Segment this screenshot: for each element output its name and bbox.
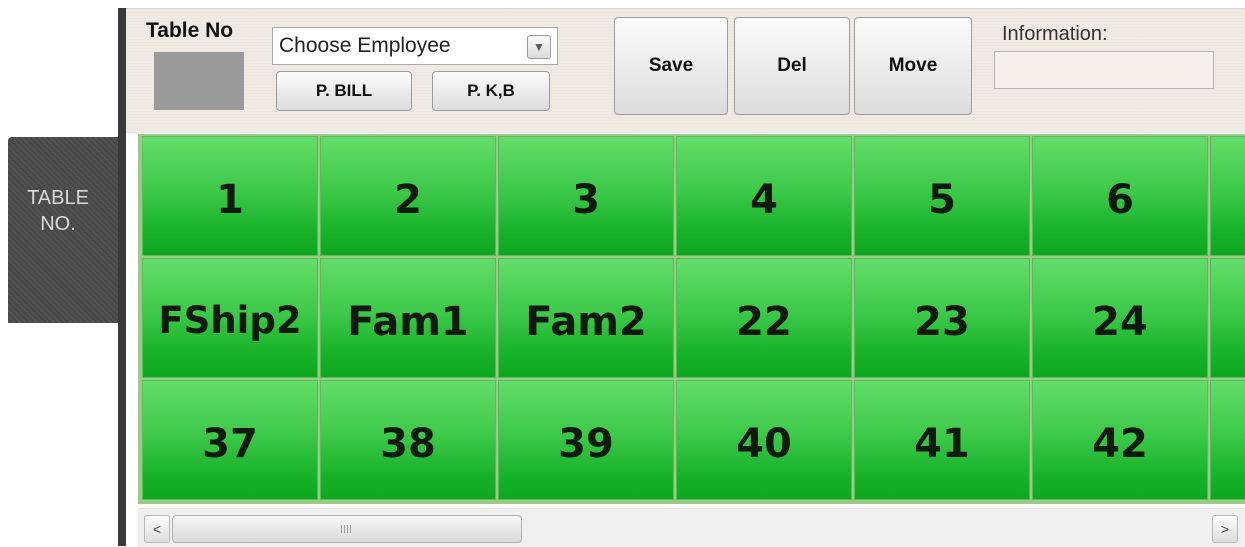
horizontal-scrollbar[interactable]: < > (138, 508, 1245, 547)
table-button-label: 22 (736, 299, 792, 345)
table-button[interactable]: 23 (854, 258, 1030, 378)
table-button-label: 4 (750, 177, 778, 223)
table-grid: 1 2 3 4 5 6 FShip2 Fam1 Fam2 22 23 24 37 38 39 40 41 42 (138, 134, 1245, 504)
employee-select[interactable]: Choose Employee ▼ (272, 27, 558, 65)
table-no-label: Table No (146, 19, 234, 42)
table-button-label: 42 (1092, 421, 1148, 467)
table-button-partial[interactable] (1210, 380, 1245, 500)
print-bill-button[interactable]: P. BILL (276, 71, 412, 111)
table-button[interactable]: 6 (1032, 136, 1208, 256)
table-button[interactable]: Fam1 (320, 258, 496, 378)
side-tab-label: TABLE NO. (27, 187, 89, 235)
table-no-display (154, 52, 244, 110)
save-button[interactable]: Save (614, 17, 728, 115)
print-kb-button[interactable]: P. K,B (432, 71, 550, 111)
table-button-label: 37 (202, 421, 258, 467)
toolbar: Table No Choose Employee ▼ P. BILL P. K,… (126, 8, 1245, 133)
table-button[interactable]: 40 (676, 380, 852, 500)
table-button[interactable]: 38 (320, 380, 496, 500)
scroll-right-button[interactable]: > (1212, 515, 1238, 543)
chevron-down-icon[interactable]: ▼ (527, 35, 551, 59)
panel-divider (118, 8, 126, 546)
table-button[interactable]: 39 (498, 380, 674, 500)
table-button-label: Fam1 (347, 299, 469, 345)
table-button-label: 41 (914, 421, 970, 467)
chevron-left-icon: < (152, 521, 162, 537)
information-label: Information: (1002, 23, 1108, 45)
information-field (994, 51, 1214, 89)
grip-icon (341, 525, 353, 533)
scroll-left-button[interactable]: < (144, 515, 170, 543)
table-button[interactable]: FShip2 (142, 258, 318, 378)
chevron-right-icon: > (1220, 521, 1230, 537)
table-button[interactable]: Fam2 (498, 258, 674, 378)
table-button-label: 2 (394, 177, 422, 223)
table-button[interactable]: 41 (854, 380, 1030, 500)
table-button-partial[interactable] (1210, 258, 1245, 378)
employee-select-value: Choose Employee (279, 34, 451, 57)
table-button[interactable]: 1 (142, 136, 318, 256)
table-button-label: 5 (928, 177, 956, 223)
delete-button[interactable]: Del (734, 17, 850, 115)
table-button-label: 39 (558, 421, 614, 467)
table-button-label: 23 (914, 299, 970, 345)
table-button-label: 24 (1092, 299, 1148, 345)
table-button-label: 1 (216, 177, 244, 223)
table-no-side-tab[interactable]: TABLE NO. (8, 137, 124, 323)
table-button-label: 38 (380, 421, 436, 467)
table-button[interactable]: 22 (676, 258, 852, 378)
table-button[interactable]: 37 (142, 380, 318, 500)
table-button[interactable]: 4 (676, 136, 852, 256)
table-button[interactable]: 5 (854, 136, 1030, 256)
table-button[interactable]: 42 (1032, 380, 1208, 500)
table-button-partial[interactable] (1210, 136, 1245, 256)
table-button-label: 3 (572, 177, 600, 223)
table-button[interactable]: 24 (1032, 258, 1208, 378)
table-button-label: 6 (1106, 177, 1134, 223)
move-button[interactable]: Move (854, 17, 972, 115)
table-button[interactable]: 3 (498, 136, 674, 256)
table-button-label: FShip2 (158, 299, 302, 342)
table-button-label: 40 (736, 421, 792, 467)
table-button[interactable]: 2 (320, 136, 496, 256)
table-button-label: Fam2 (525, 299, 647, 345)
scrollbar-thumb[interactable] (172, 515, 522, 543)
